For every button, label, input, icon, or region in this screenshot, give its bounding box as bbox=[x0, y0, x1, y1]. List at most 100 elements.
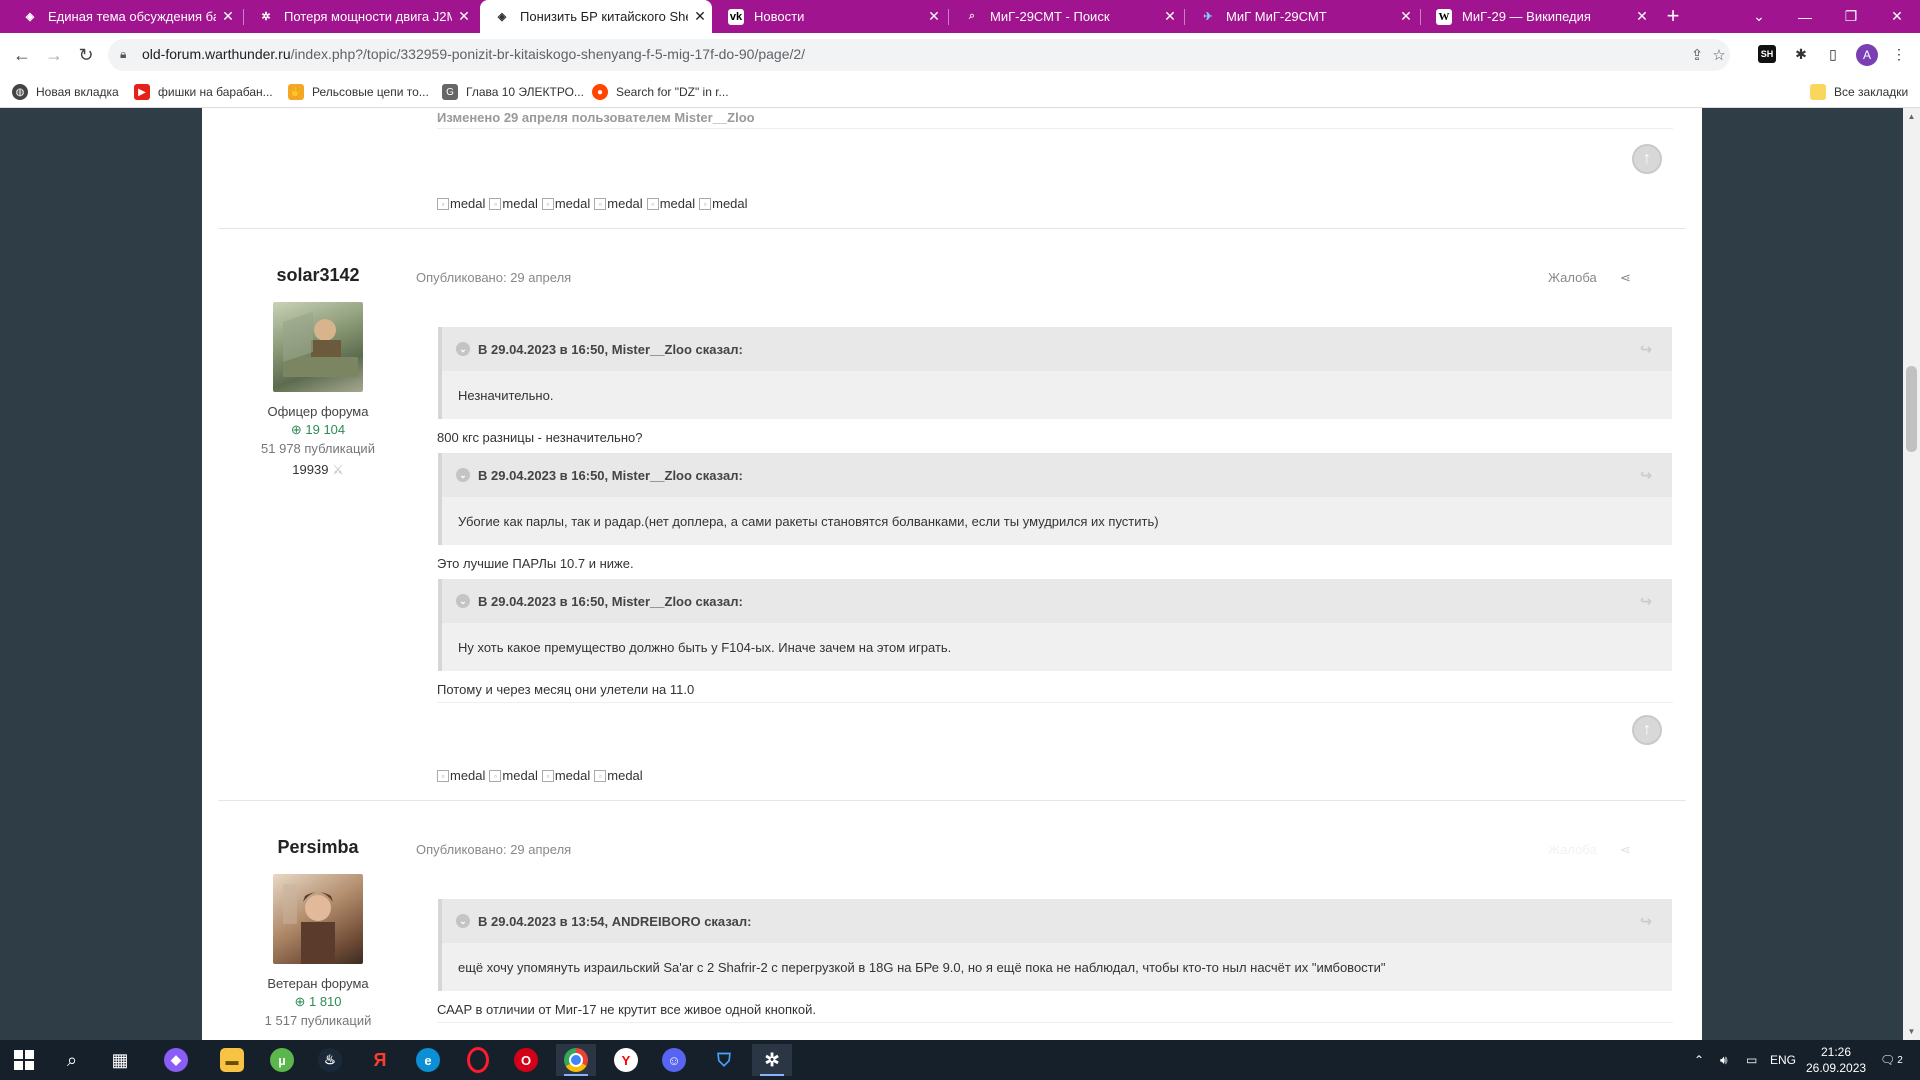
input-language[interactable]: ENG bbox=[1770, 1040, 1796, 1080]
post-author-panel: Persimba Ветеран форума ⊕ 1 810 1 517 пу… bbox=[218, 837, 418, 1028]
scroll-down-arrow-icon[interactable]: ▼ bbox=[1903, 1023, 1920, 1040]
quote-link-arrow-icon[interactable]: ↪ bbox=[1640, 913, 1652, 930]
tray-overflow-chevron-icon[interactable]: ⌃ bbox=[1694, 1040, 1704, 1080]
opera-icon[interactable] bbox=[458, 1044, 498, 1076]
tab-label: Потеря мощности двига J2M5 bbox=[284, 9, 452, 24]
profile-avatar[interactable]: A bbox=[1856, 44, 1878, 66]
medal-image: ▫ medal bbox=[437, 196, 485, 211]
tab-close-icon[interactable]: ✕ bbox=[922, 8, 946, 25]
tab-close-icon[interactable]: ✕ bbox=[688, 8, 712, 25]
file-explorer-icon[interactable]: ▬ bbox=[212, 1044, 252, 1076]
page-scrollbar[interactable]: ▲ ▼ bbox=[1903, 108, 1920, 1040]
chevron-down-icon[interactable]: ⌄ bbox=[456, 468, 470, 482]
address-bar[interactable]: 🔒︎ old-forum.warthunder.ru/index.php?/to… bbox=[108, 39, 1730, 71]
system-clock[interactable]: 21:26 26.09.2023 bbox=[1806, 1044, 1866, 1076]
edge-icon[interactable]: e bbox=[408, 1044, 448, 1076]
share-icon[interactable]: ⋖ bbox=[1620, 842, 1631, 858]
defender-shield-icon[interactable]: ⛉ bbox=[704, 1044, 744, 1076]
tab-label: МиГ-29СМТ - Поиск bbox=[990, 9, 1110, 24]
tab-3-active[interactable]: ◈ Понизить БР китайского Sheny ✕ bbox=[480, 0, 712, 33]
bookmark-youtube[interactable]: ▶ фишки на барабан... bbox=[134, 82, 273, 102]
notifications-icon[interactable]: 🗨︎ 2 bbox=[1880, 1040, 1903, 1080]
back-arrow-icon[interactable]: ← bbox=[10, 43, 34, 67]
side-panel-icon[interactable]: ▯ bbox=[1822, 43, 1844, 65]
reputation-upvote-icon[interactable]: ↑ bbox=[1632, 715, 1662, 745]
steam-icon[interactable]: ♨ bbox=[310, 1044, 350, 1076]
minimize-icon[interactable]: — bbox=[1782, 0, 1828, 33]
yandex-icon[interactable]: Я bbox=[360, 1044, 400, 1076]
reload-icon[interactable]: ↻ bbox=[74, 43, 98, 67]
plus-circle-icon: ⊕ bbox=[290, 422, 302, 437]
tab-close-icon[interactable]: ✕ bbox=[1158, 8, 1182, 25]
bookmark-new-tab[interactable]: ◍ Новая вкладка bbox=[12, 82, 119, 102]
scroll-up-arrow-icon[interactable]: ▲ bbox=[1903, 108, 1920, 125]
task-view-icon[interactable]: ▦ bbox=[100, 1044, 140, 1076]
url-host: old-forum.warthunder.ru bbox=[142, 46, 291, 62]
avatar[interactable] bbox=[273, 302, 363, 392]
close-window-icon[interactable]: ✕ bbox=[1874, 0, 1920, 33]
new-tab-plus-icon[interactable]: + bbox=[1660, 4, 1686, 30]
url-text[interactable]: old-forum.warthunder.ru/index.php?/topic… bbox=[142, 46, 805, 62]
warthunder-favicon-icon: ◈ bbox=[497, 11, 507, 23]
browser-tab-strip: ◈ Единая тема обсуждения бала ✕ ✲ Потеря… bbox=[0, 0, 1920, 33]
tab-7[interactable]: W МиГ-29 — Википедия ✕ bbox=[1422, 0, 1654, 33]
reddit-icon: ● bbox=[592, 84, 608, 100]
tab-close-icon[interactable]: ✕ bbox=[216, 8, 240, 25]
medals-row: ▫ medal ▫ medal ▫ medal ▫ medal ▫ medal ▫ meda… bbox=[437, 196, 748, 211]
report-link[interactable]: Жалоба bbox=[1548, 270, 1597, 285]
volume-icon[interactable]: 🔊︎ bbox=[1720, 1040, 1728, 1080]
share-icon[interactable]: ⋖ bbox=[1620, 270, 1631, 286]
reputation-upvote-icon[interactable]: ↑ bbox=[1632, 144, 1662, 174]
restore-icon[interactable]: ❐ bbox=[1828, 0, 1874, 33]
share-page-icon[interactable]: ⇪ bbox=[1688, 47, 1706, 65]
yandex-browser-icon[interactable]: Y bbox=[606, 1044, 646, 1076]
warthunder-app-icon[interactable]: ✲ bbox=[752, 1044, 792, 1076]
discord-icon[interactable]: ☺ bbox=[654, 1044, 694, 1076]
chrome-icon[interactable] bbox=[556, 1044, 596, 1076]
opera-gx-icon[interactable]: O bbox=[506, 1044, 546, 1076]
quote-link-arrow-icon[interactable]: ↪ bbox=[1640, 467, 1652, 484]
browser-menu-icon[interactable]: ⋮ bbox=[1888, 43, 1910, 65]
tab-close-icon[interactable]: ✕ bbox=[1630, 8, 1654, 25]
alice-assistant-icon[interactable]: ◆ bbox=[156, 1044, 196, 1076]
quote-block: ⌄ В 29.04.2023 в 16:50, Mister__Zloo сказ… bbox=[438, 579, 1672, 671]
quote-header: ⌄ В 29.04.2023 в 16:50, Mister__Zloo сказ… bbox=[442, 579, 1672, 623]
chevron-down-icon[interactable]: ⌄ bbox=[456, 594, 470, 608]
avatar[interactable] bbox=[273, 874, 363, 964]
report-link[interactable]: Жалоба bbox=[1548, 842, 1597, 857]
author-post-count: 1 517 публикаций bbox=[264, 1013, 372, 1028]
wikipedia-favicon-icon: W bbox=[1436, 8, 1452, 25]
tab-search-chevron-icon[interactable]: ⌄ bbox=[1736, 0, 1782, 33]
quote-header: ⌄ В 29.04.2023 в 16:50, Mister__Zloo сказ… bbox=[442, 327, 1672, 371]
utorrent-icon[interactable]: µ bbox=[262, 1044, 302, 1076]
scrollbar-thumb[interactable] bbox=[1906, 366, 1917, 452]
tab-1[interactable]: ◈ Единая тема обсуждения бала ✕ bbox=[8, 0, 240, 33]
lock-icon[interactable]: 🔒︎ bbox=[120, 47, 136, 63]
quote-link-arrow-icon[interactable]: ↪ bbox=[1640, 593, 1652, 610]
tab-5[interactable]: ⌕ МиГ-29СМТ - Поиск ✕ bbox=[950, 0, 1182, 33]
quote-body: ещё хочу упомянуть израильский Sa'ar с 2… bbox=[458, 959, 1386, 975]
quote-link-arrow-icon[interactable]: ↪ bbox=[1640, 341, 1652, 358]
bookmark-star-icon[interactable]: ☆ bbox=[1710, 47, 1728, 65]
bookmark-reddit[interactable]: ● Search for "DZ" in r... bbox=[592, 82, 729, 102]
bookmark-rail[interactable]: ✋ Рельсовые цепи то... bbox=[288, 82, 429, 102]
tab-4[interactable]: vk Новости ✕ bbox=[714, 0, 946, 33]
author-name[interactable]: Persimba bbox=[218, 837, 418, 858]
search-icon[interactable]: ⌕ bbox=[52, 1044, 92, 1076]
network-icon[interactable]: ▭ bbox=[1746, 1040, 1757, 1080]
extension-sh-icon[interactable]: SH bbox=[1758, 45, 1776, 63]
tab-close-icon[interactable]: ✕ bbox=[452, 8, 476, 25]
chevron-down-icon[interactable]: ⌄ bbox=[456, 914, 470, 928]
tab-2[interactable]: ✲ Потеря мощности двига J2M5 ✕ bbox=[244, 0, 476, 33]
medal-image: ▫ medal bbox=[541, 768, 590, 783]
forward-arrow-icon[interactable]: → bbox=[42, 43, 66, 67]
pilot-girl-avatar-icon bbox=[283, 884, 335, 964]
tab-6[interactable]: ✈ МиГ МиГ-29СМТ ✕ bbox=[1186, 0, 1418, 33]
windows-start-icon[interactable] bbox=[4, 1044, 44, 1076]
all-bookmarks[interactable]: Все закладки bbox=[1810, 82, 1908, 102]
extensions-puzzle-icon[interactable]: ✱ bbox=[1790, 43, 1812, 65]
bookmark-chapter[interactable]: G Глава 10 ЭЛЕКТРО... bbox=[442, 82, 584, 102]
tab-close-icon[interactable]: ✕ bbox=[1394, 8, 1418, 25]
chevron-down-icon[interactable]: ⌄ bbox=[456, 342, 470, 356]
author-name[interactable]: solar3142 bbox=[218, 265, 418, 286]
